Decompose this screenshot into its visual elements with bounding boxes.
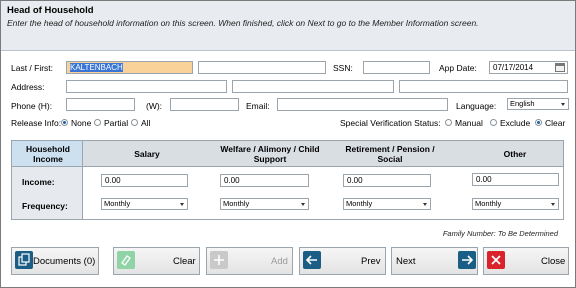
special-verification-label: Special Verification Status: bbox=[340, 118, 441, 128]
add-button[interactable]: Add bbox=[206, 247, 293, 275]
salary-income-input[interactable]: 0.00 bbox=[101, 174, 188, 187]
app-date-label: App Date: bbox=[439, 63, 477, 73]
welfare-frequency-value: Monthly bbox=[223, 199, 250, 208]
chevron-down-icon bbox=[301, 203, 305, 206]
phone-home-label: Phone (H): bbox=[11, 101, 53, 111]
plus-icon bbox=[210, 251, 228, 269]
language-label: Language: bbox=[456, 101, 497, 111]
email-label: Email: bbox=[246, 101, 270, 111]
email-input[interactable] bbox=[277, 98, 448, 111]
prev-button-label: Prev bbox=[361, 256, 381, 267]
ssn-label: SSN: bbox=[333, 63, 353, 73]
chevron-down-icon bbox=[551, 203, 555, 206]
release-none-radio[interactable] bbox=[61, 119, 68, 126]
clear-button-label: Clear bbox=[173, 256, 196, 267]
release-partial-label: Partial bbox=[104, 118, 129, 128]
add-button-label: Add bbox=[271, 256, 288, 267]
address-label: Address: bbox=[11, 82, 45, 92]
household-income-header: Household Income bbox=[26, 144, 70, 164]
phone-work-input[interactable] bbox=[170, 98, 239, 111]
verification-manual-label: Manual bbox=[455, 118, 483, 128]
page-title: Head of Household bbox=[7, 5, 94, 16]
last-first-label: Last / First: bbox=[11, 63, 54, 73]
last-name-value: KALTENBACH bbox=[70, 63, 123, 72]
app-date-value: 07/17/2014 bbox=[493, 63, 534, 72]
clear-button[interactable]: Clear bbox=[113, 247, 200, 275]
page-instructions: Enter the head of household information … bbox=[7, 18, 479, 28]
phone-work-label: (W): bbox=[146, 101, 163, 111]
family-number-text: Family Number: To Be Determined bbox=[442, 229, 558, 238]
income-row-label: Income: bbox=[22, 177, 55, 187]
salary-column-header: Salary bbox=[134, 149, 160, 159]
last-name-input[interactable]: KALTENBACH bbox=[66, 61, 193, 74]
next-button[interactable]: Next bbox=[391, 247, 478, 275]
release-all-label: All bbox=[141, 118, 151, 128]
verification-exclude-radio[interactable] bbox=[490, 119, 497, 126]
close-button-label: Close bbox=[541, 256, 566, 267]
chevron-down-icon bbox=[423, 203, 427, 206]
release-info-label: Release Info: bbox=[11, 118, 62, 128]
chevron-down-icon bbox=[180, 203, 184, 206]
first-name-input[interactable] bbox=[198, 61, 326, 74]
arrow-left-icon bbox=[303, 251, 321, 269]
calendar-icon[interactable] bbox=[555, 63, 565, 72]
welfare-income-input[interactable]: 0.00 bbox=[220, 174, 309, 187]
verification-clear-radio[interactable] bbox=[535, 119, 542, 126]
other-column-header: Other bbox=[503, 149, 527, 159]
release-all-radio[interactable] bbox=[131, 119, 138, 126]
language-value: English bbox=[510, 99, 535, 108]
retirement-frequency-select[interactable]: Monthly bbox=[343, 198, 431, 210]
address-line2-input[interactable] bbox=[232, 80, 394, 93]
welfare-column-header: Welfare / Alimony / Child Support bbox=[220, 144, 320, 164]
salary-frequency-value: Monthly bbox=[104, 199, 131, 208]
release-partial-radio[interactable] bbox=[94, 119, 101, 126]
documents-button[interactable]: Documents (0) bbox=[11, 247, 99, 275]
prev-button[interactable]: Prev bbox=[299, 247, 386, 275]
eraser-icon bbox=[117, 251, 135, 269]
phone-home-input[interactable] bbox=[66, 98, 135, 111]
next-button-label: Next bbox=[396, 256, 416, 267]
verification-exclude-label: Exclude bbox=[500, 118, 531, 128]
welfare-frequency-select[interactable]: Monthly bbox=[220, 198, 309, 210]
language-select[interactable]: English bbox=[507, 98, 569, 110]
other-income-input[interactable]: 0.00 bbox=[472, 173, 559, 186]
salary-frequency-select[interactable]: Monthly bbox=[101, 198, 188, 210]
ssn-input[interactable] bbox=[363, 61, 430, 74]
documents-button-label: Documents (0) bbox=[33, 256, 96, 267]
address-line1-input[interactable] bbox=[66, 80, 227, 93]
page-header: Head of Household Enter the head of hous… bbox=[1, 1, 575, 51]
verification-manual-radio[interactable] bbox=[445, 119, 452, 126]
address-line3-input[interactable] bbox=[399, 80, 568, 93]
documents-icon bbox=[15, 251, 33, 269]
release-none-label: None bbox=[71, 118, 92, 128]
retirement-column-header: Retirement / Pension / Social bbox=[345, 144, 435, 164]
other-frequency-value: Monthly bbox=[475, 199, 502, 208]
other-frequency-select[interactable]: Monthly bbox=[472, 198, 559, 210]
retirement-frequency-value: Monthly bbox=[346, 199, 373, 208]
frequency-row-label: Frequency: bbox=[22, 201, 68, 211]
close-icon bbox=[487, 251, 505, 269]
chevron-down-icon bbox=[561, 103, 565, 106]
arrow-right-icon bbox=[458, 251, 476, 269]
retirement-income-input[interactable]: 0.00 bbox=[343, 174, 431, 187]
close-button[interactable]: Close bbox=[483, 247, 569, 275]
verification-clear-label: Clear bbox=[545, 118, 566, 128]
